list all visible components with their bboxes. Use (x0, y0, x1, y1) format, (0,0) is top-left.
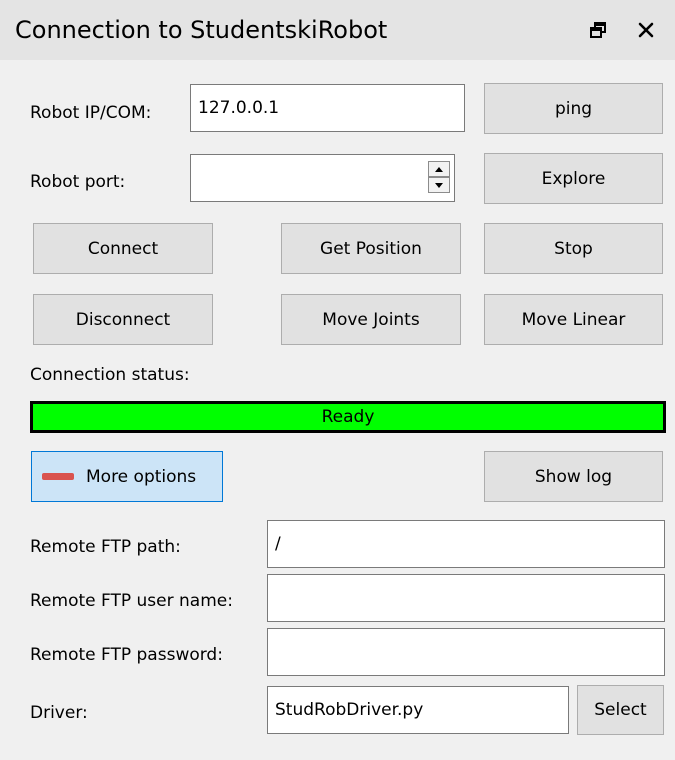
close-icon[interactable] (636, 20, 656, 40)
robot-ip-label: Robot IP/COM: (30, 103, 152, 123)
select-driver-button[interactable]: Select (577, 685, 664, 735)
connection-status-label: Connection status: (30, 365, 190, 385)
stop-button[interactable]: Stop (484, 223, 663, 274)
connect-button[interactable]: Connect (33, 223, 213, 274)
move-joints-button[interactable]: Move Joints (281, 294, 461, 345)
disconnect-button[interactable]: Disconnect (33, 294, 213, 345)
ftp-password-label: Remote FTP password: (30, 645, 223, 665)
robot-port-stepper[interactable] (428, 160, 452, 194)
explore-button[interactable]: Explore (484, 153, 663, 204)
float-window-icon[interactable] (590, 22, 606, 38)
ping-button[interactable]: ping (484, 83, 663, 134)
robot-port-label: Robot port: (30, 172, 126, 192)
robot-port-input[interactable] (190, 154, 455, 202)
ftp-user-label: Remote FTP user name: (30, 591, 233, 611)
arrow-up-icon (435, 166, 443, 172)
stepper-down-button[interactable] (428, 177, 450, 193)
window-title: Connection to StudentskiRobot (15, 16, 388, 44)
robot-ip-input[interactable] (190, 84, 465, 132)
ftp-password-input[interactable] (267, 628, 665, 676)
ftp-path-input[interactable] (267, 520, 665, 568)
title-bar: Connection to StudentskiRobot (0, 0, 675, 60)
move-linear-button[interactable]: Move Linear (484, 294, 663, 345)
more-options-button[interactable]: More options (31, 451, 223, 502)
connection-status-value: Ready (321, 407, 375, 427)
ftp-user-input[interactable] (267, 574, 665, 622)
more-options-label: More options (86, 466, 197, 487)
get-position-button[interactable]: Get Position (281, 223, 461, 274)
connection-status-bar: Ready (30, 401, 666, 433)
driver-input[interactable] (267, 686, 569, 734)
show-log-button[interactable]: Show log (484, 451, 663, 502)
driver-label: Driver: (30, 703, 88, 723)
stepper-up-button[interactable] (428, 161, 450, 177)
collapse-minus-icon (42, 473, 74, 480)
arrow-down-icon (435, 182, 443, 188)
ftp-path-label: Remote FTP path: (30, 537, 181, 557)
